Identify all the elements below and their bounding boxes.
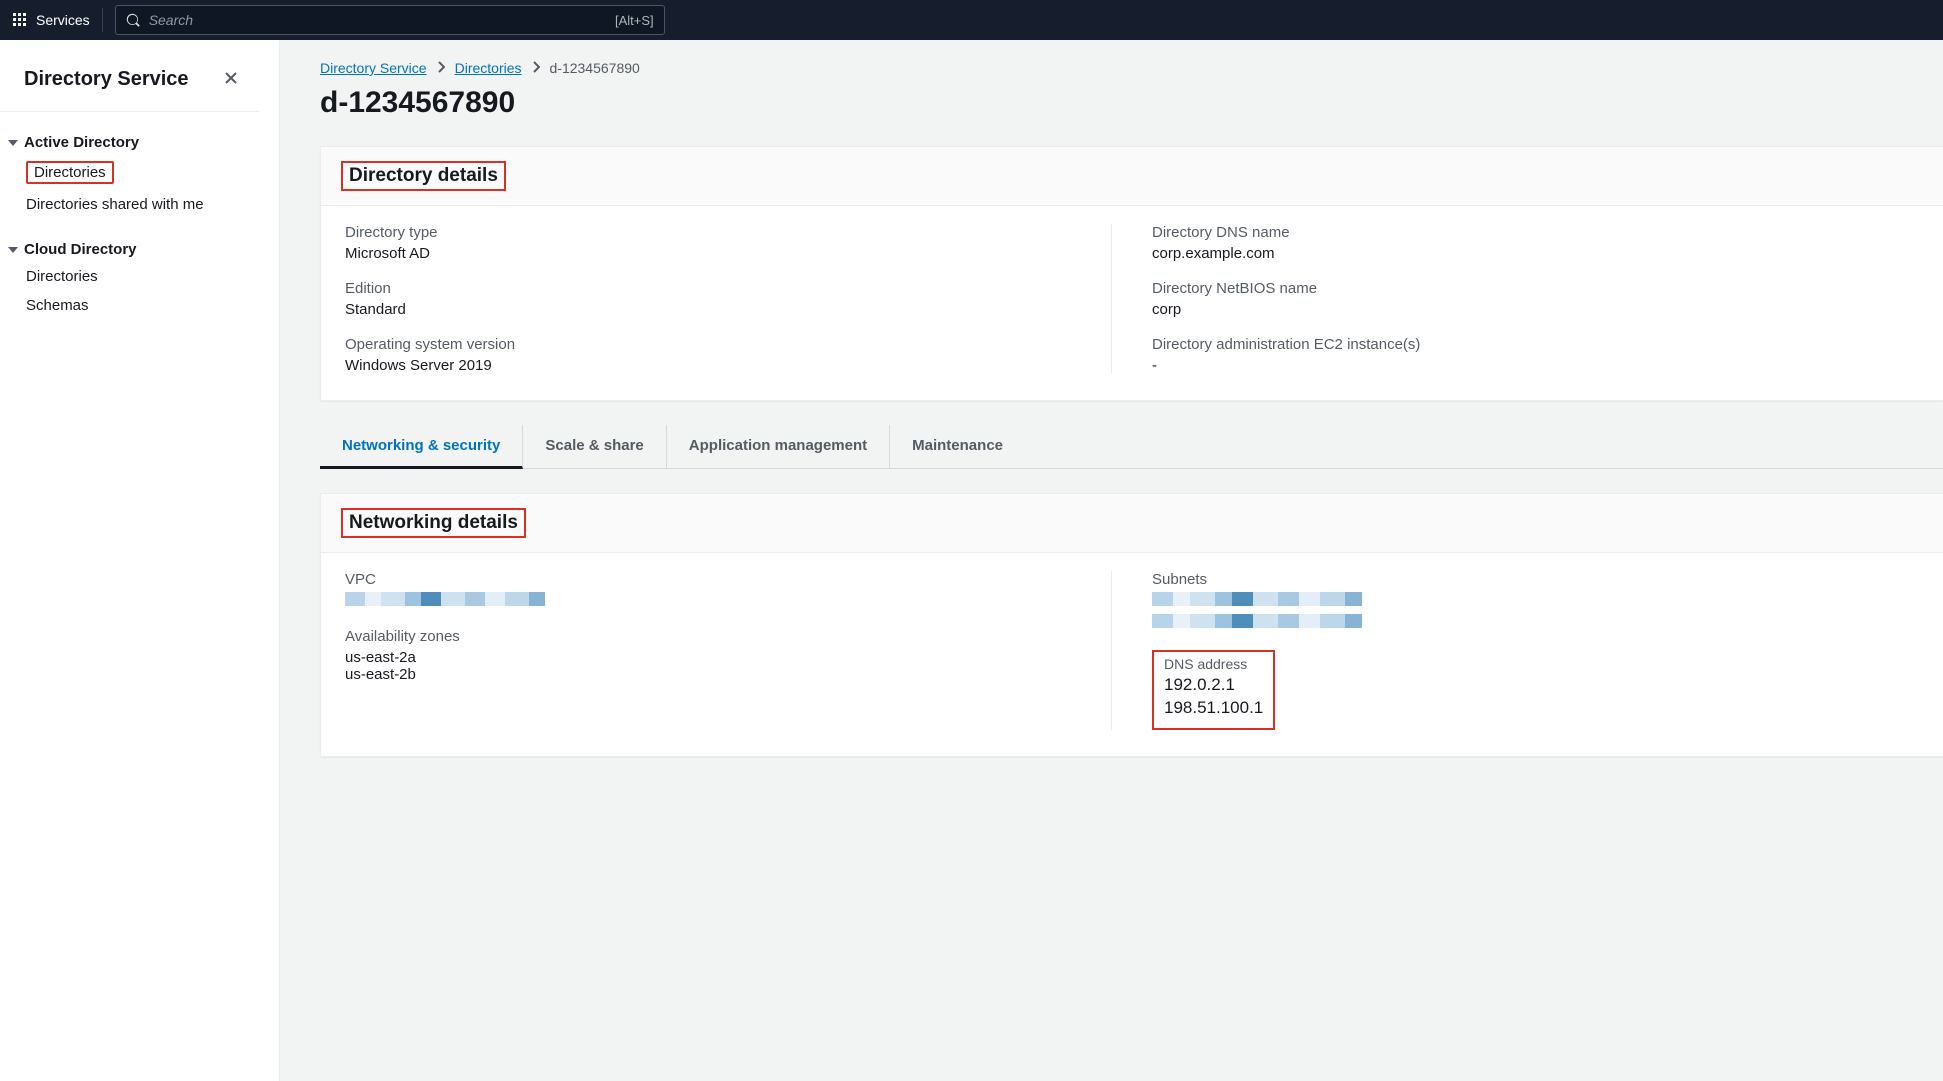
sidebar-title: Directory Service	[24, 68, 189, 91]
close-icon	[223, 70, 239, 86]
main-content: Directory Service Directories d-12345678…	[280, 40, 1943, 1081]
details-column-right: Directory DNS name corp.example.com Dire…	[1152, 224, 1919, 374]
field-value-os-version: Windows Server 2019	[345, 357, 1081, 374]
field-label-os-version: Operating system version	[345, 336, 1081, 353]
caret-down-icon	[8, 247, 18, 253]
nav-item-label: Directories shared with me	[26, 196, 204, 213]
breadcrumb-directories[interactable]: Directories	[455, 60, 522, 76]
page-title: d-1234567890	[320, 86, 1943, 120]
field-value-dns-1: 198.51.100.1	[1164, 697, 1263, 720]
field-value-netbios: corp	[1152, 301, 1919, 318]
field-value-admin-ec2: -	[1152, 357, 1919, 374]
field-label-netbios: Directory NetBIOS name	[1152, 280, 1919, 297]
field-value-az-0: us-east-2a	[345, 649, 1081, 666]
field-value-dns-0: 192.0.2.1	[1164, 674, 1263, 697]
networking-column-right: Subnets DNS address 192.0.2.1 198.51.100…	[1152, 571, 1919, 730]
grid-icon	[12, 12, 28, 28]
redacted-subnet-value	[1152, 592, 1362, 606]
nav-item-cd-directories[interactable]: Directories	[8, 262, 259, 291]
nav-group-cloud-directory[interactable]: Cloud Directory	[8, 237, 259, 262]
panel-heading: Networking details	[341, 508, 526, 538]
nav-item-label: Schemas	[26, 297, 89, 314]
tabs: Networking & security Scale & share Appl…	[320, 425, 1943, 469]
breadcrumb: Directory Service Directories d-12345678…	[320, 60, 1943, 76]
tab-maintenance[interactable]: Maintenance	[890, 425, 1025, 468]
details-column-left: Directory type Microsoft AD Edition Stan…	[345, 224, 1112, 374]
breadcrumb-root[interactable]: Directory Service	[320, 60, 427, 76]
field-label-edition: Edition	[345, 280, 1081, 297]
field-label-az: Availability zones	[345, 628, 1081, 645]
field-label-dns-address: DNS address	[1164, 656, 1263, 672]
dns-address-highlight: DNS address 192.0.2.1 198.51.100.1	[1152, 650, 1275, 730]
nav-group-label: Active Directory	[24, 134, 139, 151]
chevron-right-icon	[532, 60, 540, 76]
search-input[interactable]	[149, 12, 607, 28]
networking-column-left: VPC Availability zones us-east-2a us-eas…	[345, 571, 1112, 730]
nav-item-directories[interactable]: Directories	[8, 155, 259, 190]
field-value-vpc	[345, 592, 1081, 610]
search-shortcut-hint: [Alt+S]	[615, 13, 654, 28]
field-value-directory-type: Microsoft AD	[345, 245, 1081, 262]
redacted-subnet-value	[1152, 614, 1362, 628]
sidebar: Directory Service Active Directory Direc…	[0, 40, 280, 1081]
field-value-az-1: us-east-2b	[345, 666, 1081, 683]
field-value-edition: Standard	[345, 301, 1081, 318]
sidebar-collapse-button[interactable]	[223, 70, 239, 90]
tab-app-management[interactable]: Application management	[667, 425, 890, 468]
breadcrumb-current: d-1234567890	[550, 60, 640, 76]
networking-details-panel: Networking details VPC Availability zone…	[320, 493, 1943, 757]
nav-group-active-directory[interactable]: Active Directory	[8, 130, 259, 155]
panel-heading: Directory details	[341, 161, 506, 191]
field-value-dns-name: corp.example.com	[1152, 245, 1919, 262]
search-icon	[126, 13, 141, 28]
nav-item-directories-shared[interactable]: Directories shared with me	[8, 190, 259, 219]
directory-details-panel: Directory details Directory type Microso…	[320, 146, 1943, 401]
caret-down-icon	[8, 140, 18, 146]
tab-networking-security[interactable]: Networking & security	[320, 425, 523, 469]
redacted-vpc-value	[345, 592, 545, 606]
services-menu-button[interactable]: Services	[12, 12, 90, 28]
field-label-admin-ec2: Directory administration EC2 instance(s)	[1152, 336, 1919, 353]
topbar-divider	[102, 8, 103, 32]
chevron-right-icon	[437, 60, 445, 76]
field-label-dns-name: Directory DNS name	[1152, 224, 1919, 241]
services-label: Services	[36, 12, 90, 28]
field-label-vpc: VPC	[345, 571, 1081, 588]
search-box[interactable]: [Alt+S]	[115, 5, 665, 35]
nav-item-label: Directories	[26, 268, 98, 285]
field-value-subnets	[1152, 592, 1919, 632]
field-label-subnets: Subnets	[1152, 571, 1919, 588]
topbar: Services [Alt+S]	[0, 0, 1943, 40]
field-label-directory-type: Directory type	[345, 224, 1081, 241]
nav-group-label: Cloud Directory	[24, 241, 137, 258]
nav-item-label: Directories	[26, 161, 114, 184]
tab-scale-share[interactable]: Scale & share	[523, 425, 666, 468]
nav-item-cd-schemas[interactable]: Schemas	[8, 291, 259, 320]
